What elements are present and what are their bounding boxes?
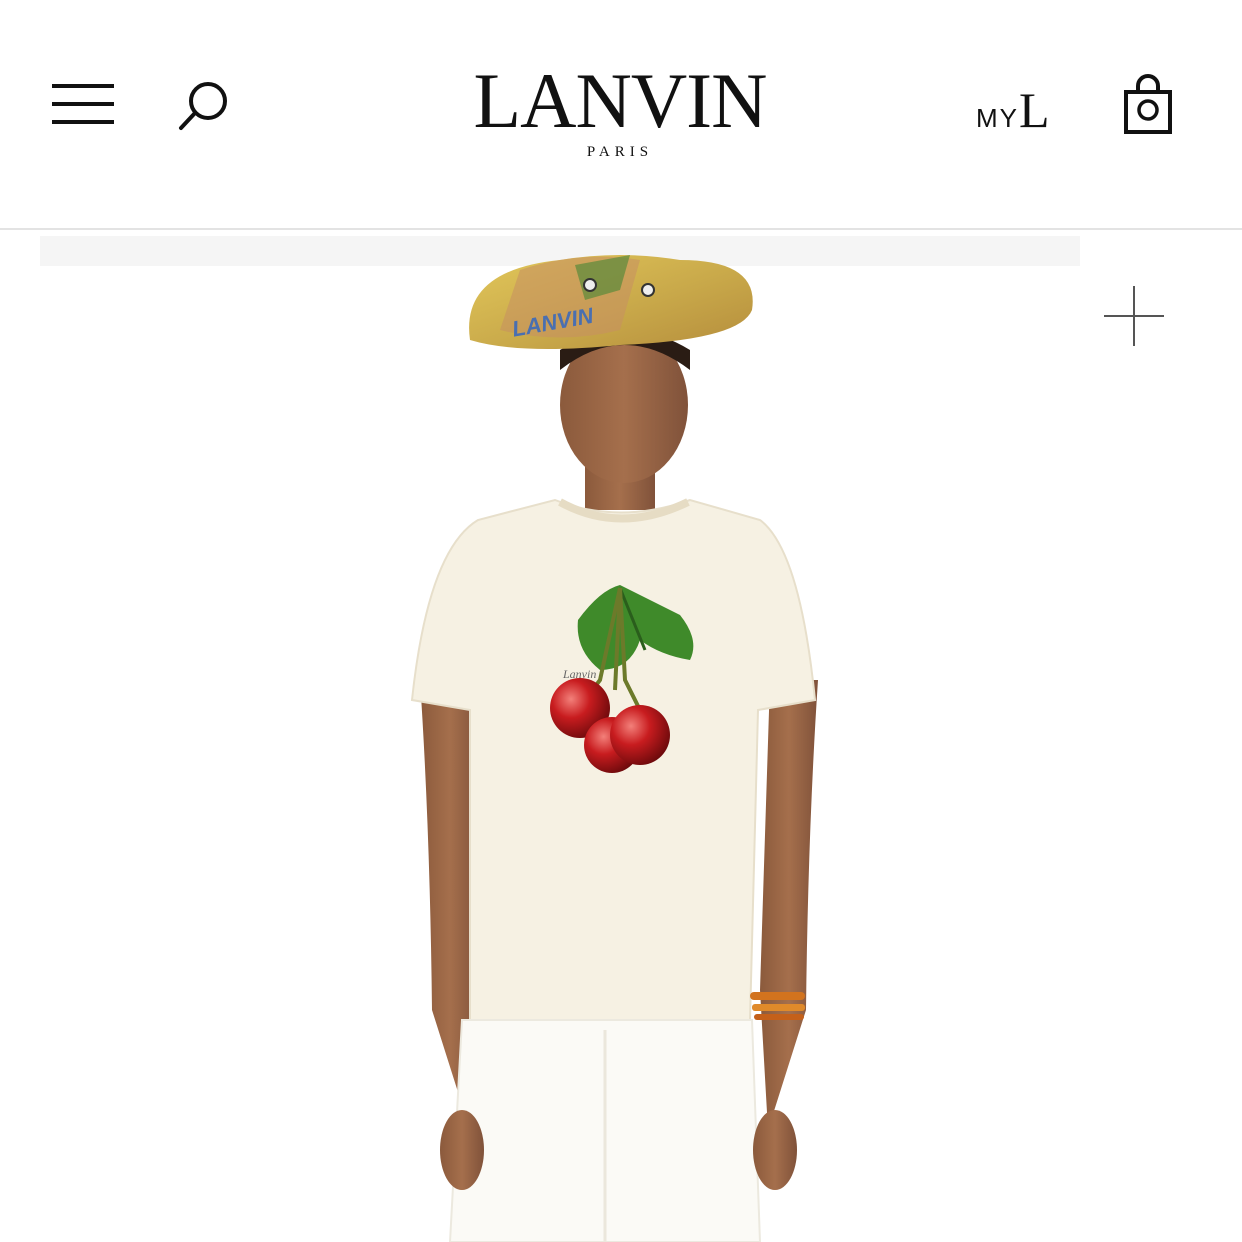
shopping-bag-icon	[1124, 74, 1172, 134]
zoom-button[interactable]	[1102, 284, 1166, 348]
search-icon	[179, 82, 227, 130]
shopping-bag-button[interactable]	[1122, 74, 1174, 136]
product-gallery: LANVIN Lanvin	[0, 230, 1242, 1242]
account-label-l: L	[1019, 82, 1050, 138]
product-photo[interactable]: LANVIN Lanvin	[0, 230, 1242, 1242]
search-button[interactable]	[176, 80, 232, 132]
site-header: LANVIN PARIS MYL	[0, 0, 1242, 230]
bracelet	[750, 992, 805, 1020]
my-lanvin-account-link[interactable]: MYL	[976, 85, 1050, 135]
straw-hat: LANVIN	[469, 255, 753, 349]
model-left-hand	[440, 1110, 484, 1190]
model-right-hand	[753, 1110, 797, 1190]
account-label-my: MY	[976, 103, 1019, 133]
chest-signature: Lanvin	[562, 667, 596, 681]
brand-subtitle: PARIS	[586, 144, 654, 160]
brand-name: LANVIN	[473, 57, 768, 144]
plus-icon	[1104, 286, 1164, 346]
model-right-arm	[760, 680, 818, 1130]
hamburger-menu-icon	[52, 82, 114, 126]
menu-button[interactable]	[52, 82, 114, 126]
brand-logo[interactable]: LANVIN PARIS	[420, 62, 820, 172]
